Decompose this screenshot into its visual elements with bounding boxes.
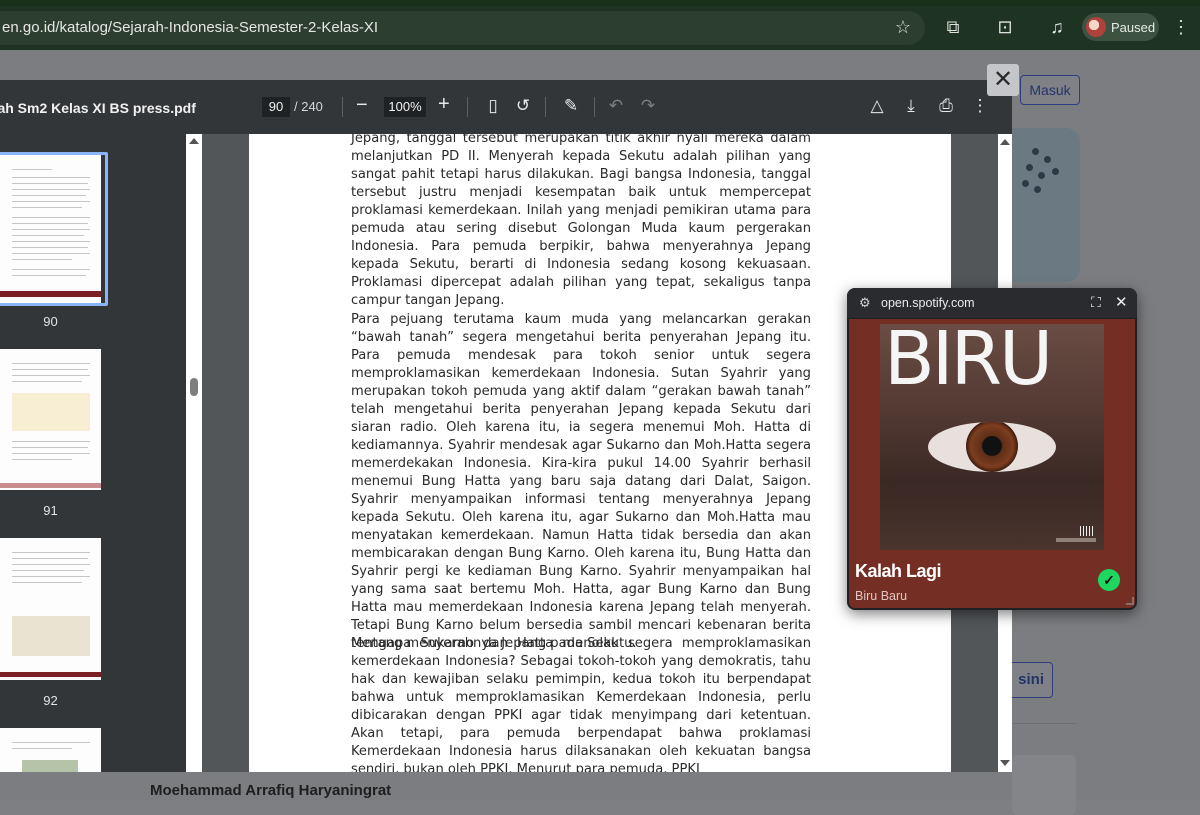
avatar: [1086, 17, 1106, 37]
spotify-player: BIRU Kalah Lagi Biru Baru ✓: [849, 319, 1135, 608]
lens-icon[interactable]: ⊡: [992, 14, 1018, 40]
drive-save-icon[interactable]: △: [865, 94, 889, 118]
toolbar-divider: [342, 97, 343, 117]
paragraph: Jepang, tanggal tersebut merupakan titik…: [351, 134, 811, 308]
track-artist[interactable]: Biru Baru: [855, 589, 907, 603]
profile-button[interactable]: Paused: [1082, 13, 1159, 41]
print-icon[interactable]: ⎙: [934, 94, 958, 118]
track-title[interactable]: Kalah Lagi: [855, 561, 942, 582]
toolbar-divider: [467, 97, 468, 117]
scroll-down-icon[interactable]: [1000, 760, 1010, 766]
pip-header: ⚙ open.spotify.com ⛶ ✕: [847, 288, 1137, 318]
star-icon[interactable]: ☆: [890, 14, 916, 40]
extensions-icon[interactable]: ⧉: [940, 14, 966, 40]
picture-in-picture-window[interactable]: ⚙ open.spotify.com ⛶ ✕ BIRU Kalah Lagi B…: [847, 288, 1137, 610]
thumbnail-scrollbar[interactable]: [186, 134, 202, 772]
decoration-dot: [1026, 164, 1033, 171]
resize-grip-icon[interactable]: [1126, 597, 1134, 605]
zoom-out-button[interactable]: −: [356, 94, 368, 117]
divider: [1012, 723, 1076, 724]
toolbar-divider: [545, 97, 546, 117]
more-vert-icon[interactable]: ⋮: [968, 94, 992, 118]
scrollbar-thumb[interactable]: [190, 378, 198, 396]
album-art-text: BIRU: [884, 324, 1053, 402]
paragraph: Para pejuang terutama kaum muda yang mel…: [351, 312, 811, 651]
pdf-title: rah Sm2 Kelas XI BS press.pdf: [0, 100, 196, 116]
eye-illustration: [928, 422, 1056, 472]
pip-url: open.spotify.com: [881, 296, 975, 310]
zoom-input[interactable]: 100%: [384, 97, 426, 117]
thumbnail-label: 91: [43, 503, 58, 518]
decoration-dot: [1038, 172, 1045, 179]
thumbnail-page[interactable]: [0, 349, 101, 490]
undo-icon[interactable]: ↶: [604, 94, 628, 118]
author-name: Moehammad Arrafiq Haryaningrat: [150, 782, 392, 799]
media-control-icon[interactable]: ♫: [1044, 14, 1070, 40]
browser-toolbar: en.go.id/katalog/Sejarah-Indonesia-Semes…: [0, 0, 1200, 50]
more-vert-icon[interactable]: ⋮: [1172, 14, 1190, 40]
document-page: Jepang, tanggal tersebut merupakan titik…: [249, 134, 951, 772]
album-art[interactable]: BIRU: [880, 324, 1104, 550]
hero-card: [1012, 128, 1080, 282]
saved-check-icon[interactable]: ✓: [1098, 569, 1120, 591]
pdf-toolbar: rah Sm2 Kelas XI BS press.pdf 90 / 240 −…: [0, 80, 1012, 134]
address-bar[interactable]: en.go.id/katalog/Sejarah-Indonesia-Semes…: [0, 11, 925, 45]
fit-page-icon[interactable]: ▯: [481, 94, 505, 118]
page-total: / 240: [294, 99, 323, 114]
download-icon[interactable]: ⤓: [899, 94, 923, 118]
thumbnail-selection: [0, 152, 108, 306]
close-viewer-button[interactable]: ✕: [987, 64, 1019, 96]
redo-icon[interactable]: ↷: [636, 94, 660, 118]
fine-print: [1056, 538, 1096, 542]
annotate-icon[interactable]: ✎: [559, 94, 583, 118]
decoration-dot: [1044, 156, 1051, 163]
thumbnail-page[interactable]: [0, 728, 101, 772]
decoration-dot: [1052, 168, 1059, 175]
login-button[interactable]: Masuk: [1020, 75, 1080, 105]
zoom-in-button[interactable]: +: [438, 93, 450, 116]
thumbnail-page[interactable]: [0, 538, 101, 680]
back-to-tab-icon[interactable]: ⛶: [1091, 294, 1101, 311]
thumbnail-sidebar: 90 91 92: [0, 134, 186, 772]
profile-status: Paused: [1111, 20, 1156, 35]
iris: [966, 422, 1018, 472]
paragraph: Mengapa Sukarno dan Hatta menolak segera…: [351, 636, 811, 772]
url-text[interactable]: en.go.id/katalog/Sejarah-Indonesia-Semes…: [2, 19, 378, 36]
cta-button[interactable]: sini: [1005, 662, 1053, 698]
thumbnail-label: 92: [43, 693, 58, 708]
content-card: [1012, 755, 1076, 815]
barcode: [1080, 526, 1094, 536]
scroll-up-icon[interactable]: [1000, 139, 1010, 145]
decoration-dot: [1022, 180, 1029, 187]
close-icon[interactable]: ✕: [1115, 293, 1128, 311]
page-number-input[interactable]: 90: [262, 97, 290, 117]
decoration-dot: [1032, 148, 1039, 155]
tab-strip: [0, 0, 1200, 6]
toolbar-divider: [594, 97, 595, 117]
thumbnail-label: 90: [43, 314, 58, 329]
site-info-icon[interactable]: ⚙: [859, 295, 871, 311]
rotate-icon[interactable]: ↺: [511, 94, 535, 118]
decoration-dot: [1034, 186, 1041, 193]
